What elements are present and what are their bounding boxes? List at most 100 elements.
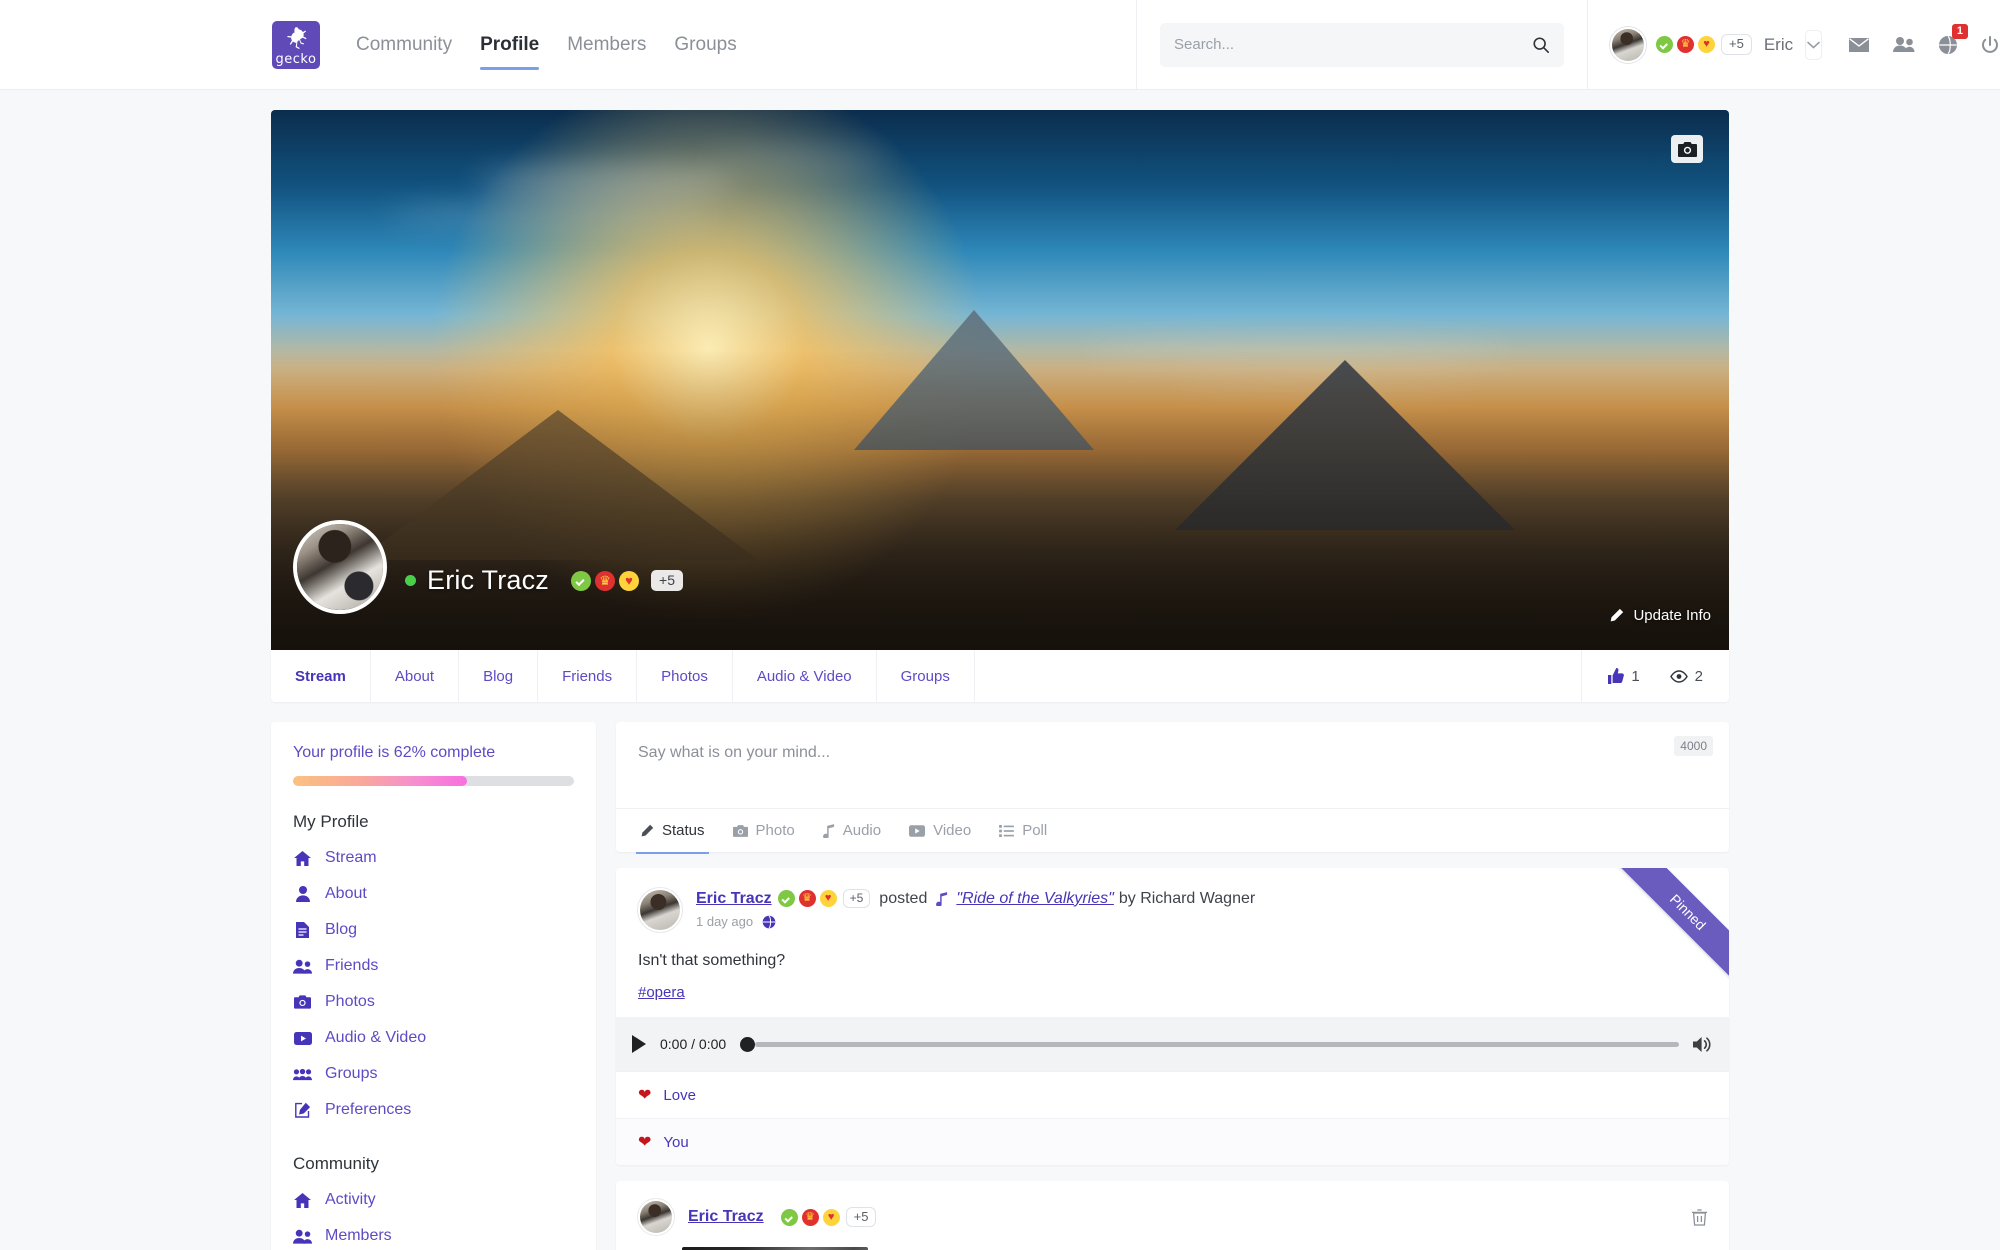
yellow-heart-badge-icon [619, 570, 640, 591]
post-author-badges [780, 1208, 840, 1226]
red-crown-badge-icon [801, 1208, 819, 1226]
post-header: Eric Tracz +5 [616, 1181, 1729, 1236]
avatar[interactable] [637, 887, 683, 933]
post-author-name[interactable]: Eric Tracz [688, 1208, 764, 1226]
post-track-title[interactable]: "Ride of the Valkyries" [956, 890, 1114, 908]
yellow-heart-badge-icon [822, 1208, 840, 1226]
play-box-icon [293, 1031, 312, 1045]
post-extra-badges[interactable]: +5 [842, 889, 871, 909]
camera-icon[interactable] [1671, 135, 1703, 163]
search-icon[interactable] [1532, 36, 1550, 54]
page-title: Eric Tracz [427, 565, 550, 595]
sidebar-item-friends[interactable]: Friends [293, 948, 574, 984]
tab-stream[interactable]: Stream [271, 650, 371, 702]
post-composer[interactable]: 4000 Say what is on your mind... Status … [616, 722, 1729, 854]
user-name[interactable]: Eric [1764, 35, 1793, 55]
music-note-icon [936, 891, 948, 906]
sidebar-item-members[interactable]: Members [293, 1218, 574, 1250]
tab-groups[interactable]: Groups [877, 650, 975, 702]
audio-progress-rail[interactable] [755, 1041, 1679, 1047]
composer-tab-photo[interactable]: Photo [719, 809, 809, 853]
profile-extra-badges[interactable]: +5 [651, 569, 683, 592]
globe-icon[interactable] [762, 915, 776, 929]
verified-green-check-badge-icon [571, 570, 592, 591]
notification-badge[interactable]: 1 [1951, 23, 1968, 40]
composer-input[interactable]: Say what is on your mind... [616, 722, 1729, 808]
reaction-row-you[interactable]: ❤ You [616, 1118, 1729, 1165]
post-author-line: Eric Tracz +5 posted "Ride of [696, 889, 1256, 909]
heart-icon: ❤ [638, 1087, 652, 1104]
heart-icon: ❤ [638, 1134, 652, 1151]
envelope-icon[interactable] [1848, 37, 1870, 53]
nav-item-groups[interactable]: Groups [674, 0, 736, 90]
reaction-row-love[interactable]: ❤ Love [616, 1071, 1729, 1118]
sidebar-item-audio-video[interactable]: Audio & Video [293, 1020, 574, 1056]
header-icon-group: 1 [1848, 23, 2000, 55]
tab-blog[interactable]: Blog [459, 650, 539, 702]
profile-avatar[interactable] [293, 520, 387, 614]
top-navigation-bar: gecko Community Profile Members Groups +… [0, 0, 2000, 90]
music-note-icon [822, 823, 834, 838]
likes-counter[interactable]: 1 [1608, 668, 1640, 685]
search-box[interactable] [1160, 22, 1564, 67]
list-icon [999, 824, 1015, 837]
play-icon[interactable] [632, 1035, 646, 1053]
search-input[interactable] [1174, 36, 1532, 53]
power-icon[interactable] [1980, 35, 2000, 55]
update-info-button[interactable]: Update Info [1609, 607, 1711, 624]
document-icon [293, 922, 312, 938]
sidebar-item-photos[interactable]: Photos [293, 984, 574, 1020]
cover-photo[interactable]: Eric Tracz +5 Update Info [271, 110, 1729, 650]
sidebar-section-my-profile-title: My Profile [293, 812, 369, 831]
person-icon [293, 886, 312, 902]
update-info-label: Update Info [1633, 607, 1711, 624]
post-item: Eric Tracz +5 [616, 1181, 1729, 1250]
nav-item-members[interactable]: Members [567, 0, 646, 90]
tab-photos[interactable]: Photos [637, 650, 733, 702]
sidebar-item-about[interactable]: About [293, 876, 574, 912]
sidebar-item-label: Photos [325, 993, 375, 1010]
avatar[interactable] [1610, 26, 1646, 63]
composer-tab-audio[interactable]: Audio [809, 809, 895, 853]
post-hashtag[interactable]: #opera [616, 970, 1729, 1017]
post-track-byline: by Richard Wagner [1118, 889, 1256, 907]
chevron-down-icon[interactable] [1805, 29, 1822, 60]
composer-tab-status[interactable]: Status [626, 809, 719, 854]
volume-icon[interactable] [1693, 1036, 1713, 1053]
sidebar-item-activity[interactable]: Activity [293, 1182, 574, 1218]
sidebar-item-blog[interactable]: Blog [293, 912, 574, 948]
gecko-logo[interactable]: gecko [272, 20, 320, 69]
sidebar-item-groups[interactable]: Groups [293, 1056, 574, 1092]
views-counter[interactable]: 2 [1669, 668, 1703, 685]
yellow-heart-badge-icon [1698, 36, 1715, 53]
red-crown-badge-icon [595, 570, 616, 591]
extra-badges-count[interactable]: +5 [1721, 34, 1752, 55]
audio-progress-knob[interactable] [740, 1036, 756, 1052]
nav-item-profile[interactable]: Profile [480, 0, 540, 90]
audio-progress-slider[interactable] [740, 1036, 1679, 1052]
sidebar-item-preferences[interactable]: Preferences [293, 1092, 574, 1128]
search-container [1136, 0, 1588, 90]
audio-player[interactable]: 0:00 / 0:00 [616, 1017, 1729, 1071]
nav-item-community[interactable]: Community [356, 0, 452, 90]
composer-tab-poll[interactable]: Poll [985, 809, 1061, 853]
friends-icon[interactable] [1892, 36, 1916, 53]
tab-about[interactable]: About [371, 650, 460, 702]
sidebar-item-stream[interactable]: Stream [293, 840, 574, 876]
trash-icon[interactable] [1692, 1208, 1707, 1226]
reaction-label: You [663, 1133, 689, 1151]
camera-icon [293, 995, 312, 1009]
sidebar-item-label: Members [325, 1227, 392, 1244]
post-extra-badges[interactable]: +5 [845, 1206, 877, 1228]
tab-friends[interactable]: Friends [538, 650, 638, 702]
composer-tab-video[interactable]: Video [895, 809, 985, 853]
reaction-label: Love [663, 1086, 696, 1104]
composer-tabs: Status Photo Audio Video Poll [616, 808, 1729, 854]
char-count-badge: 4000 [1674, 736, 1713, 756]
globe-icon[interactable]: 1 [1938, 23, 1968, 55]
sidebar-item-label: Blog [325, 921, 358, 938]
avatar[interactable] [637, 1198, 675, 1236]
sidebar-item-label: Activity [325, 1191, 376, 1208]
post-author-name[interactable]: Eric Tracz [696, 890, 772, 908]
tab-audio-video[interactable]: Audio & Video [733, 650, 877, 702]
